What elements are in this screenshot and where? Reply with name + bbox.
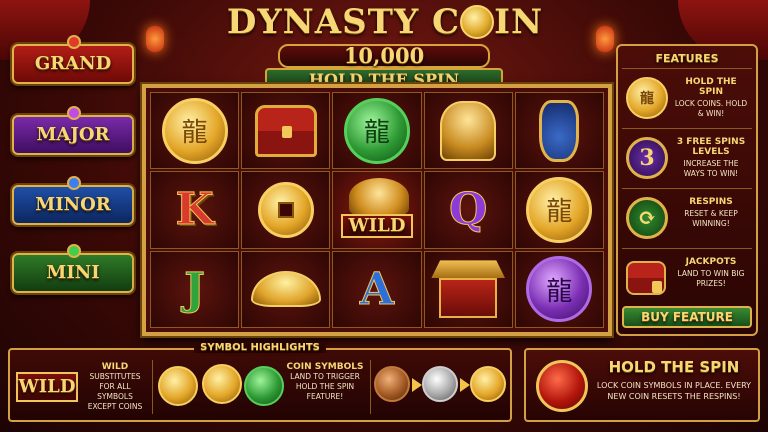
jackpot-label: MINOR bbox=[35, 194, 111, 215]
features-title: FEATURES bbox=[655, 52, 719, 65]
gold-dragon-coin-icon bbox=[158, 366, 198, 406]
letter-j-symbol: J bbox=[184, 263, 206, 315]
gold-ingot-icon bbox=[250, 271, 321, 308]
jackpot-grand: GRAND bbox=[12, 35, 134, 84]
reel-cell bbox=[241, 250, 331, 328]
reel-cell: J bbox=[150, 250, 240, 328]
gold-coin-icon bbox=[470, 366, 506, 402]
gold-dragon-coin-icon: 龍 bbox=[526, 176, 593, 243]
dragon-coin-icon bbox=[460, 5, 495, 39]
feature-free-spins: 3 3 FREE SPINS LEVELS INCREASE THE WAYS … bbox=[622, 128, 752, 188]
jackpot-major: MAJOR bbox=[12, 106, 134, 155]
dragon-coin-icon: 龍 bbox=[626, 77, 668, 119]
feature-description: LOCK COINS. HOLD & WIN! bbox=[674, 99, 748, 118]
gem-icon bbox=[67, 176, 81, 190]
coin-symbols-info: COIN SYMBOLS LAND TO TRIGGER HOLD THE SP… bbox=[286, 362, 364, 402]
feature-description: INCREASE THE WAYS TO WIN! bbox=[683, 159, 739, 178]
gold-dragon-coin-icon: 龍 bbox=[161, 97, 228, 164]
jade-dragon-coin-icon: 龍 bbox=[343, 97, 410, 164]
arrow-right-icon bbox=[412, 378, 422, 392]
jackpot-minor: MINOR bbox=[12, 176, 134, 225]
palace-icon bbox=[431, 260, 506, 319]
reel-grid-frame: 龍 龍 K WILD Q 龍 J A 龍 bbox=[142, 84, 612, 336]
square-hole-coin-icon bbox=[257, 181, 314, 238]
divider bbox=[152, 360, 153, 414]
gem-icon bbox=[67, 35, 81, 49]
reel-cell: A bbox=[332, 250, 422, 328]
reel-cell: K bbox=[150, 171, 240, 249]
prize-amount: 10,000 bbox=[278, 44, 490, 68]
lantern-icon bbox=[146, 26, 164, 52]
game-title: DYNASTY C IN bbox=[195, 2, 575, 46]
wild-symbol-label: WILD bbox=[341, 213, 413, 238]
feature-description: RESET & KEEP WINNING! bbox=[684, 209, 738, 228]
gem-icon bbox=[67, 244, 81, 258]
coin-symbols-description: LAND TO TRIGGER HOLD THE SPIN FEATURE! bbox=[290, 372, 360, 401]
symbol-highlights-panel: SYMBOL HIGHLIGHTS WILD WILD SUBSTITUTES … bbox=[8, 342, 512, 422]
jackpot-mini: MINI bbox=[12, 244, 134, 293]
gem-icon bbox=[67, 106, 81, 120]
reel-cell: 龍 bbox=[150, 92, 240, 170]
highlights-title: SYMBOL HIGHLIGHTS bbox=[10, 342, 510, 353]
jackpot-label: GRAND bbox=[34, 53, 112, 74]
jackpot-label: MINI bbox=[46, 262, 100, 283]
bronze-coin-icon bbox=[374, 366, 410, 402]
red-dragon-coin-icon bbox=[536, 360, 588, 412]
feature-description: LAND TO WIN BIG PRIZES! bbox=[677, 269, 745, 288]
feature-jackpots: JACKPOTS LAND TO WIN BIG PRIZES! bbox=[622, 248, 752, 308]
feature-respins: ⟳ RESPINS RESET & KEEP WINNING! bbox=[622, 188, 752, 248]
jade-dragon-coin-icon bbox=[244, 366, 284, 406]
feature-heading: JACKPOTS bbox=[685, 257, 737, 267]
reel-cell bbox=[423, 250, 513, 328]
wild-description: SUBSTITUTES FOR ALL SYMBOLS EXCEPT COINS bbox=[87, 372, 143, 411]
hold-description: LOCK COIN SYMBOLS IN PLACE. EVERY NEW CO… bbox=[596, 381, 752, 401]
golden-lion-icon bbox=[440, 100, 497, 161]
hold-the-spin-info: HOLD THE SPIN LOCK COIN SYMBOLS IN PLACE… bbox=[524, 348, 760, 422]
feature-hold-the-spin: 龍 HOLD THE SPIN LOCK COINS. HOLD & WIN! bbox=[622, 68, 752, 128]
coin-symbols-heading: COIN SYMBOLS bbox=[286, 362, 364, 372]
title-text-start: DYNASTY C bbox=[226, 2, 461, 42]
treasure-chest-icon bbox=[626, 261, 666, 295]
square-hole-coin-icon bbox=[202, 364, 242, 404]
wild-info: WILD SUBSTITUTES FOR ALL SYMBOLS EXCEPT … bbox=[82, 362, 148, 412]
wild-badge: WILD bbox=[16, 372, 78, 402]
purple-dragon-coin-icon: 龍 bbox=[526, 256, 593, 323]
divider bbox=[370, 360, 371, 414]
dragon-icon bbox=[349, 178, 410, 217]
letter-k-symbol: K bbox=[175, 184, 214, 236]
wild-heading: WILD bbox=[101, 362, 129, 372]
treasure-chest-icon bbox=[254, 104, 317, 157]
letter-a-symbol: A bbox=[359, 263, 395, 315]
reel-cell: Q bbox=[423, 171, 513, 249]
buy-feature-button[interactable]: BUY FEATURE bbox=[622, 306, 752, 328]
reel-cell bbox=[423, 92, 513, 170]
reel-cell: 龍 bbox=[332, 92, 422, 170]
number-three-icon: 3 bbox=[626, 137, 668, 179]
reel-cell: 龍 bbox=[514, 171, 604, 249]
reel-grid: 龍 龍 K WILD Q 龍 J A 龍 bbox=[150, 92, 604, 328]
title-text-end: IN bbox=[494, 2, 544, 42]
feature-heading: 3 FREE SPINS LEVELS bbox=[676, 137, 746, 157]
features-panel: FEATURES 龍 HOLD THE SPIN LOCK COINS. HOL… bbox=[616, 44, 758, 336]
arrow-right-icon bbox=[460, 378, 470, 392]
blue-vase-icon bbox=[539, 99, 580, 162]
reel-cell-wild: WILD bbox=[332, 171, 422, 249]
reel-cell bbox=[514, 92, 604, 170]
jackpot-label: MAJOR bbox=[36, 124, 110, 145]
lantern-icon bbox=[596, 26, 614, 52]
respin-arrows-icon: ⟳ bbox=[626, 197, 668, 239]
silver-coin-icon bbox=[422, 366, 458, 402]
letter-q-symbol: Q bbox=[449, 184, 488, 236]
reel-cell: 龍 bbox=[514, 250, 604, 328]
reel-cell bbox=[241, 171, 331, 249]
feature-heading: RESPINS bbox=[689, 197, 733, 207]
hold-title: HOLD THE SPIN bbox=[608, 358, 740, 376]
feature-heading: HOLD THE SPIN bbox=[685, 77, 737, 97]
reel-cell bbox=[241, 92, 331, 170]
